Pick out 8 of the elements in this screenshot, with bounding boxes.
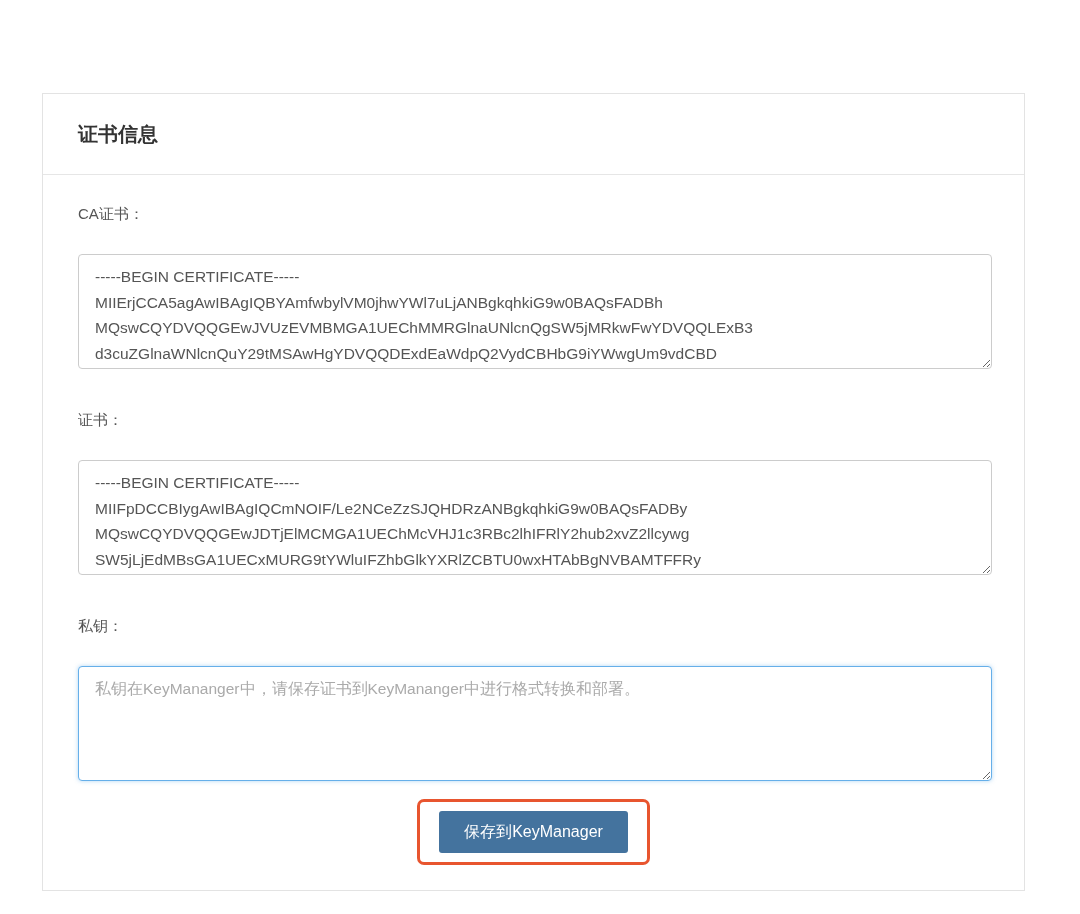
field-label: 证书： [78, 411, 123, 430]
save-button[interactable]: 保存到KeyManager [439, 811, 628, 853]
text-area-field[interactable]: 私钥在KeyMananger中，请保存证书到KeyMananger中进行格式转换和部署。 [78, 666, 992, 781]
text-area-field[interactable]: -----BEGIN CERTIFICATE----- MIIFpDCCBIygAwIBAgIQCmNOIF/Le2NCeZzSJQHDRzANBgkqhkiG9w0BAQsFADBy MQswCQYDVQQGEwJDTjElMCMGA1UEChMcVHJ1c3RBc2lhIFRlY2hub2xvZ2llcywg SW5jLjEdMBsGA1UECxMURG9tYWluIFZhbGlkYXRlZCBTU0wxHTAbBgNVBAMTFFRy [78, 460, 992, 575]
field-label: 私钥： [78, 617, 123, 636]
field-label: CA证书： [78, 205, 144, 224]
card-title: 证书信息 [78, 121, 158, 147]
text-area-field[interactable]: -----BEGIN CERTIFICATE----- MIIErjCCA5agAwIBAgIQBYAmfwbylVM0jhwYWl7uLjANBgkqhkiG9w0BAQsFADBh MQswCQYDVQQGEwJVUzEVMBMGA1UEChMMRGlnaUNlcnQgSW5jMRkwFwYDVQQLExB3 d3cuZGlnaWNlcnQuY29tMSAwHgYDVQQDExdEaWdpQ2VydCBHbG9iYWwgUm9vdCBD [78, 254, 992, 369]
